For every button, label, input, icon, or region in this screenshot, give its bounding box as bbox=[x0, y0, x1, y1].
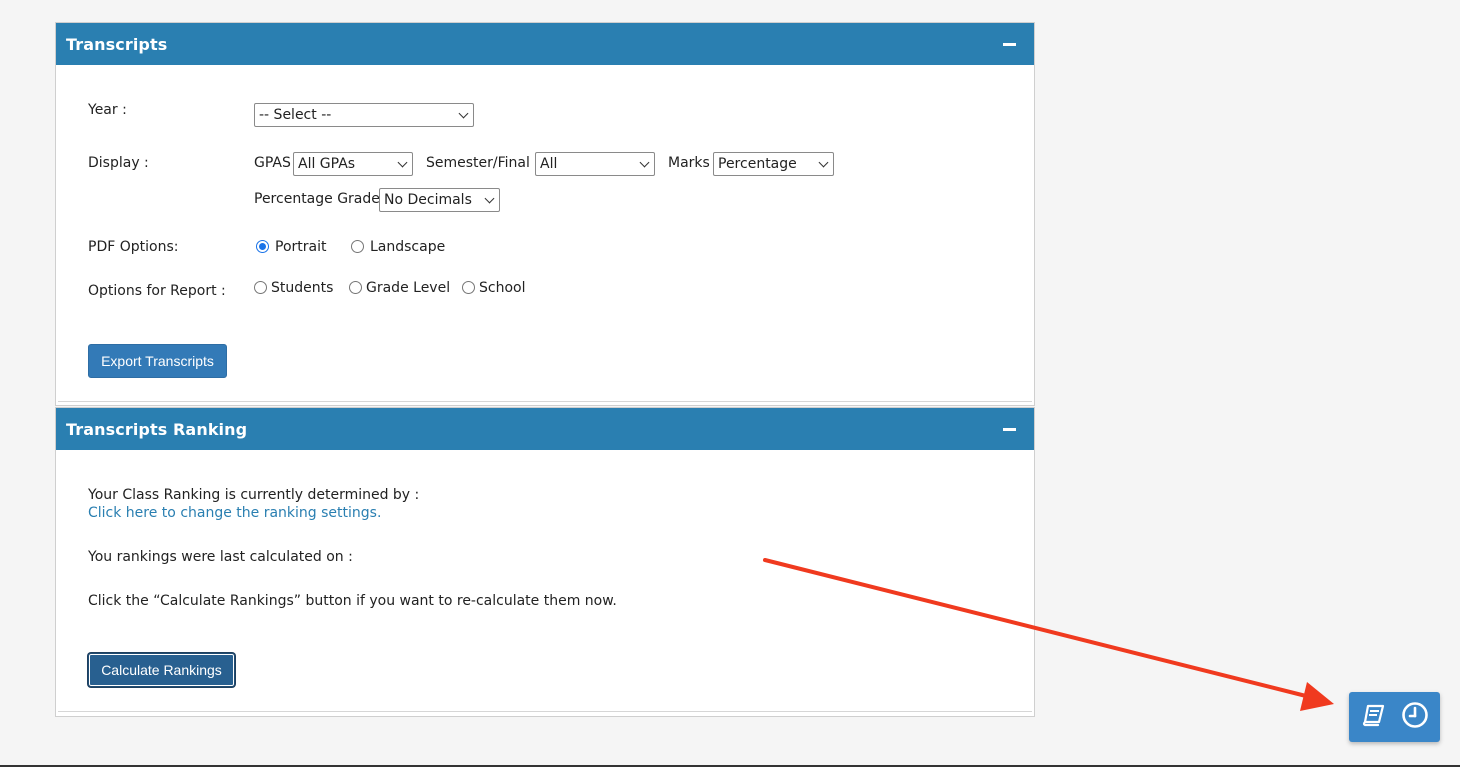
clock-icon[interactable] bbox=[1401, 701, 1429, 733]
floating-help-widget[interactable] bbox=[1349, 692, 1440, 742]
annotation-arrow bbox=[763, 558, 1334, 711]
book-icon[interactable] bbox=[1361, 703, 1387, 731]
